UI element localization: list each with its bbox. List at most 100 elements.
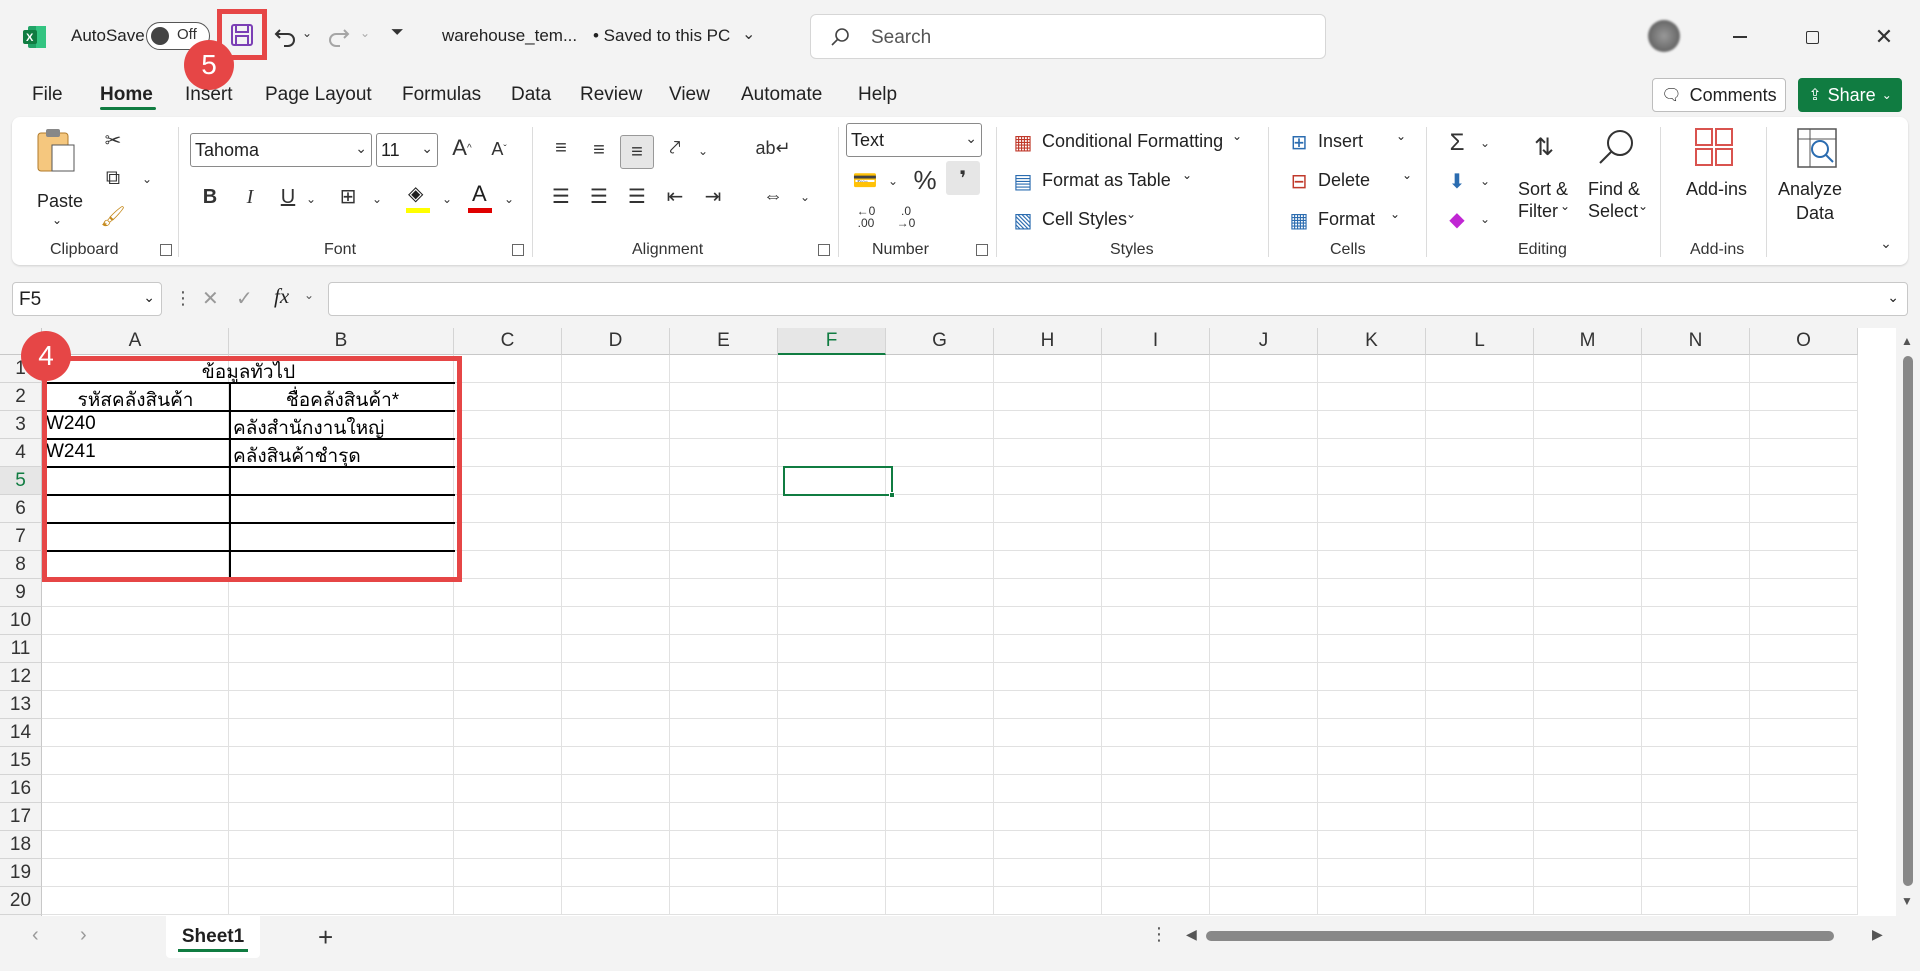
add-ins-button[interactable]: Add-ins (1672, 127, 1758, 237)
row-header-8[interactable]: 8 (0, 551, 42, 579)
tab-insert[interactable]: Insert (185, 84, 233, 106)
fill-handle[interactable] (889, 492, 895, 498)
font-launcher-icon[interactable] (512, 244, 524, 256)
cancel-entry-icon[interactable]: ✕ (202, 286, 219, 311)
row-header-12[interactable]: 12 (0, 663, 42, 691)
worksheet-grid[interactable]: ABCDEFGHIJKLMNO 1 2 3 4 5 6 7 8 9 10 11 12 13 14 15 16 1… (0, 328, 1920, 916)
clear-dropdown-icon[interactable]: ⌄ (1478, 207, 1492, 231)
autosum-dropdown-icon[interactable]: ⌄ (1478, 131, 1492, 155)
wrap-text-icon[interactable]: ab↵ (755, 133, 790, 163)
column-header-k[interactable]: K (1318, 328, 1426, 355)
file-name[interactable]: warehouse_tem... (442, 26, 577, 46)
format-cells-button[interactable]: ▦ Format ⌄ (1286, 207, 1416, 235)
insert-cells-button[interactable]: ⊞ Insert ⌄ (1286, 129, 1416, 157)
fill-dropdown-icon[interactable]: ⌄ (1478, 169, 1492, 193)
font-color-dropdown-icon[interactable]: ⌄ (502, 185, 516, 213)
comma-style-button[interactable]: ❜ (946, 161, 980, 195)
column-header-e[interactable]: E (670, 328, 778, 355)
tab-review[interactable]: Review (580, 84, 642, 106)
row-header-5[interactable]: 5 (0, 467, 42, 495)
fill-icon[interactable]: ⬇ (1442, 167, 1472, 195)
row-header-19[interactable]: 19 (0, 859, 42, 887)
accounting-format-icon[interactable]: 💳 (850, 165, 880, 195)
column-header-b[interactable]: B (229, 328, 454, 355)
column-header-n[interactable]: N (1642, 328, 1750, 355)
number-format-dropdown[interactable]: Text ⌄ (846, 123, 982, 157)
underline-dropdown-icon[interactable]: ⌄ (304, 185, 318, 213)
more-options-icon[interactable]: ⋮ (174, 288, 192, 309)
next-sheet-icon[interactable]: › (80, 924, 87, 947)
column-header-f[interactable]: F (778, 328, 886, 355)
accounting-dropdown-icon[interactable]: ⌄ (886, 169, 900, 193)
formula-input[interactable]: ⌄ (328, 282, 1908, 316)
tab-formulas[interactable]: Formulas (402, 84, 481, 106)
row-header-9[interactable]: 9 (0, 579, 42, 607)
clear-icon[interactable]: ◆ (1442, 205, 1472, 233)
undo-dropdown-icon[interactable]: ⌄ (302, 26, 312, 40)
row-header-7[interactable]: 7 (0, 523, 42, 551)
ribbon-collapse-chevron-icon[interactable]: ⌄ (1876, 233, 1896, 253)
customize-toolbar-icon[interactable]: ⏷ (391, 24, 404, 42)
horizontal-scroll-thumb[interactable] (1206, 931, 1834, 941)
sort-filter-button[interactable]: ⇅ Sort & Filter ⌄ (1514, 127, 1576, 237)
decrease-decimal-button[interactable]: .0 →0 (890, 205, 922, 235)
column-header-g[interactable]: G (886, 328, 994, 355)
find-select-button[interactable]: Find & Select ⌄ (1582, 127, 1652, 237)
row-header-20[interactable]: 20 (0, 887, 42, 915)
selected-cell-f5[interactable] (783, 466, 895, 498)
italic-button[interactable]: I (238, 183, 262, 211)
orientation-icon[interactable]: ⤤ (660, 133, 690, 163)
copy-dropdown-icon[interactable]: ⌄ (140, 169, 154, 189)
search-box[interactable]: Search (810, 14, 1326, 59)
row-header-17[interactable]: 17 (0, 803, 42, 831)
close-button[interactable]: ✕ (1864, 20, 1904, 54)
fill-color-dropdown-icon[interactable]: ⌄ (440, 185, 454, 213)
increase-font-size-icon[interactable]: A ^ (448, 133, 476, 163)
avatar[interactable] (1648, 20, 1680, 52)
copy-icon[interactable]: ⧉ (100, 165, 126, 191)
font-color-icon[interactable]: A (466, 181, 494, 215)
column-header-l[interactable]: L (1426, 328, 1534, 355)
paste-button[interactable]: Paste ⌄ (34, 127, 84, 237)
decrease-font-size-icon[interactable]: Aˇ (486, 135, 512, 163)
row-header-11[interactable]: 11 (0, 635, 42, 663)
tab-page-layout[interactable]: Page Layout (265, 84, 372, 106)
autosum-icon[interactable]: Σ (1442, 129, 1472, 157)
tab-view[interactable]: View (669, 84, 710, 106)
column-header-m[interactable]: M (1534, 328, 1642, 355)
percent-style-button[interactable]: % (910, 165, 940, 195)
insert-function-icon[interactable]: fx (274, 284, 289, 309)
bottom-align-icon[interactable]: ≡ (620, 135, 654, 169)
alignment-launcher-icon[interactable] (818, 244, 830, 256)
row-header-18[interactable]: 18 (0, 831, 42, 859)
merge-center-icon[interactable]: ⇔ (758, 181, 788, 211)
analyze-data-button[interactable]: Analyze Data (1772, 127, 1862, 237)
format-painter-icon[interactable]: 🖌 (100, 203, 126, 229)
column-header-c[interactable]: C (454, 328, 562, 355)
format-as-table-button[interactable]: ▤ Format as Table ⌄ (1010, 168, 1210, 196)
borders-dropdown-icon[interactable]: ⌄ (370, 185, 384, 213)
row-header-14[interactable]: 14 (0, 719, 42, 747)
column-header-d[interactable]: D (562, 328, 670, 355)
cut-icon[interactable]: ✂ (100, 127, 126, 153)
scroll-right-icon[interactable]: ▶ (1872, 926, 1883, 943)
row-header-4[interactable]: 4 (0, 439, 42, 467)
minimize-button[interactable] (1720, 20, 1760, 54)
redo-icon[interactable] (326, 22, 352, 48)
column-header-h[interactable]: H (994, 328, 1102, 355)
comments-button[interactable]: 🗨 Comments (1652, 78, 1786, 112)
increase-indent-icon[interactable]: ⇥ (698, 181, 728, 211)
fill-color-icon[interactable]: ◈ (404, 181, 432, 215)
underline-button[interactable]: U (276, 183, 300, 211)
conditional-formatting-button[interactable]: ▦ Conditional Formatting ⌄ (1010, 129, 1250, 157)
name-box[interactable]: F5 ⌄ (12, 282, 162, 316)
top-align-icon[interactable]: ≡ (546, 133, 576, 163)
restore-button[interactable] (1792, 20, 1832, 54)
more-options-icon[interactable]: ⋮ (1150, 924, 1168, 945)
row-header-3[interactable]: 3 (0, 411, 42, 439)
middle-align-icon[interactable]: ≡ (584, 135, 614, 165)
bold-button[interactable]: B (198, 183, 222, 211)
clipboard-launcher-icon[interactable] (160, 244, 172, 256)
font-size-dropdown[interactable]: 11 ⌄ (376, 133, 438, 167)
function-dropdown-icon[interactable]: ⌄ (304, 288, 314, 302)
